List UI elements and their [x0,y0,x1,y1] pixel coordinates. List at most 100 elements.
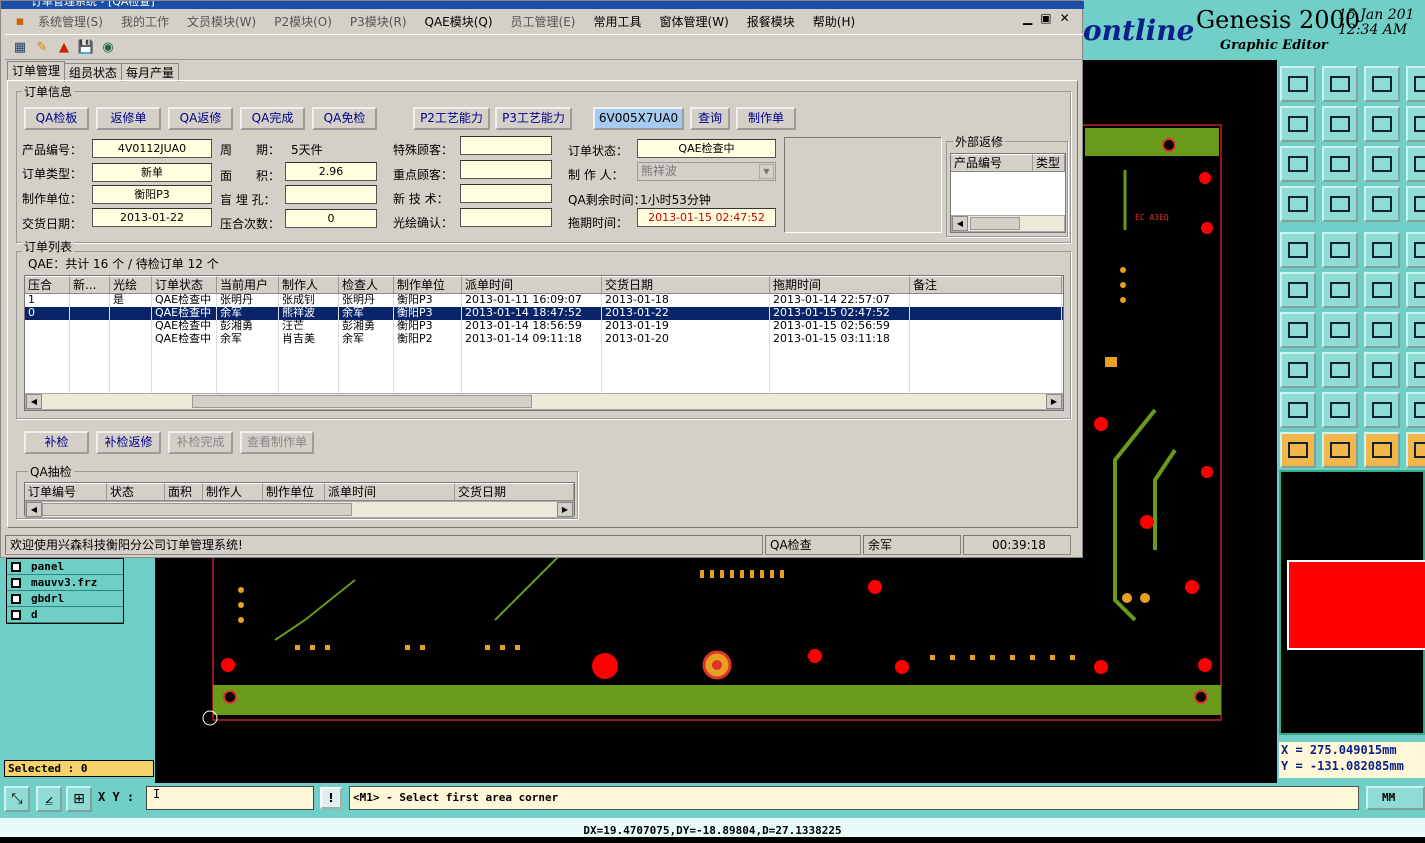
tool-button[interactable] [1322,232,1358,268]
tool-button[interactable] [1364,66,1400,102]
layer-checkbox[interactable] [11,577,21,588]
order-grid[interactable]: 压合 新... 光绘 订单状态 当前用户 制作人 检查人 制作单位 派单时间 交… [24,275,1064,411]
tab-orders[interactable]: 订单管理 [7,61,66,81]
chevron-down-icon[interactable]: ▼ [759,164,774,179]
tool-button[interactable] [1322,66,1358,102]
minimize-icon[interactable]: ▁ [1023,11,1032,25]
product-no-field[interactable]: 4V0112JUA0 [92,139,212,158]
qa-sample-hscroll[interactable]: ◀ ▶ [25,501,574,518]
xy-input[interactable]: I [146,786,314,810]
menu-clerk[interactable]: 文员模块(W) [178,13,265,30]
tool-button[interactable] [1406,186,1425,222]
qa-sample-grid[interactable]: 订单编号 状态 面积 制作人 制作单位 派单时间 交货日期 ◀ ▶ [24,482,575,518]
tool-button[interactable] [1406,146,1425,182]
menu-p2[interactable]: P2模块(O) [265,13,341,30]
query-button[interactable]: 查询 [690,107,730,130]
col-header[interactable]: 压合 [25,276,70,293]
close-icon[interactable]: ✕ [1060,11,1070,25]
measure-icon[interactable]: ⦤ [36,786,62,812]
layer-item[interactable]: d [7,607,123,623]
recheck-rework-button[interactable]: 补检返修 [96,431,161,454]
table-row[interactable] [25,372,1063,385]
tool-button[interactable] [1364,232,1400,268]
qa-board-button[interactable]: QA检板 [24,107,89,130]
tool-button[interactable] [1322,312,1358,348]
col-header[interactable]: 状态 [107,483,165,500]
menu-help[interactable]: 帮助(H) [804,13,864,30]
external-rework-grid[interactable]: 产品编号 类型 ◀ [950,153,1066,233]
col-header[interactable]: 制作人 [279,276,339,293]
scroll-thumb[interactable] [970,217,1020,230]
tool-button[interactable] [1280,272,1316,308]
table-row[interactable]: 1 是 QAE检查中 张明丹 张成钊 张明丹 衡阳P3 2013-01-11 16:09:07… [25,294,1063,307]
tool-button[interactable] [1280,106,1316,142]
col-header[interactable]: 面积 [165,483,203,500]
drag-time-field[interactable]: 2013-01-15 02:47:52 [637,208,776,227]
col-header[interactable]: 订单状态 [152,276,217,293]
blind-hole-field[interactable] [285,185,377,204]
tool-button[interactable] [1322,272,1358,308]
tool-button[interactable] [1322,392,1358,428]
order-code-input[interactable]: 6V005X7UA0 [593,107,684,130]
tool-button[interactable] [1322,106,1358,142]
refresh-icon[interactable]: ◉ [99,38,117,56]
col-header[interactable]: 制作单位 [394,276,462,293]
layer-item[interactable]: panel [7,559,123,575]
recheck-button[interactable]: 补检 [24,431,89,454]
order-type-field[interactable]: 新单 [92,163,212,182]
rework-order-button[interactable]: 返修单 [96,107,161,130]
col-header[interactable]: 制作人 [203,483,263,500]
tool-button[interactable] [1364,146,1400,182]
grid-icon[interactable]: ▦ [11,38,29,56]
col-header[interactable]: 类型 [1033,154,1065,171]
table-row[interactable] [25,359,1063,372]
menu-tools[interactable]: 常用工具 [585,13,651,30]
tool-button[interactable] [1364,392,1400,428]
tool-button[interactable] [1406,66,1425,102]
save-icon[interactable]: 💾 [77,38,95,56]
make-order-button[interactable]: 制作单 [736,107,796,130]
menu-system[interactable]: 系统管理(S) [29,13,112,30]
menu-staff[interactable]: 员工管理(E) [502,13,585,30]
window-titlebar[interactable]: 订单管理系统 - [QA检查] [1,1,1084,9]
order-status-field[interactable]: QAE检查中 [637,139,776,158]
tool-button[interactable] [1280,186,1316,222]
scroll-left-icon[interactable]: ◀ [26,502,42,517]
scroll-thumb[interactable] [42,503,352,516]
menu-p3[interactable]: P3模块(R) [341,13,416,30]
scroll-left-icon[interactable]: ◀ [952,216,968,231]
tool-button[interactable] [1280,312,1316,348]
shapes-icon[interactable]: ▲ [55,38,73,56]
order-hscroll[interactable]: ◀ ▶ [25,393,1063,410]
col-header[interactable]: 拖期时间 [770,276,910,293]
col-header[interactable]: 光绘 [110,276,152,293]
tool-button[interactable] [1280,352,1316,388]
col-header[interactable]: 订单编号 [25,483,107,500]
overview-window[interactable] [1279,470,1425,735]
layer-checkbox[interactable] [11,609,21,620]
col-header[interactable]: 新... [70,276,110,293]
maker-unit-field[interactable]: 衡阳P3 [92,185,212,204]
tool-button[interactable] [1406,312,1425,348]
notes-icon[interactable]: ✎ [33,38,51,56]
key-customer-field[interactable] [460,160,552,179]
p2-capability-button[interactable]: P2工艺能力 [413,107,490,130]
col-header[interactable]: 产品编号 [951,154,1033,171]
press-count-field[interactable]: 0 [285,209,377,228]
scroll-right-icon[interactable]: ▶ [557,502,573,517]
qa-exempt-button[interactable]: QA免检 [312,107,377,130]
menu-my-work[interactable]: 我的工作 [112,13,178,30]
tool-button[interactable] [1280,232,1316,268]
table-row[interactable]: QAE检查中 余军 肖吉美 余军 衡阳P2 2013-01-14 09:11:18 2013… [25,333,1063,346]
special-customer-field[interactable] [460,136,552,155]
tool-button[interactable] [1364,352,1400,388]
menu-qae[interactable]: QAE模块(Q) [416,13,502,30]
col-header[interactable]: 交货日期 [455,483,574,500]
tool-button[interactable] [1364,312,1400,348]
tool-button[interactable] [1280,392,1316,428]
col-header[interactable]: 派单时间 [462,276,602,293]
scroll-thumb[interactable] [192,395,532,408]
pointer-tool-icon[interactable] [1322,432,1358,468]
qa-rework-button[interactable]: QA返修 [168,107,233,130]
zoom-area-icon[interactable]: ⤡ [4,786,30,812]
